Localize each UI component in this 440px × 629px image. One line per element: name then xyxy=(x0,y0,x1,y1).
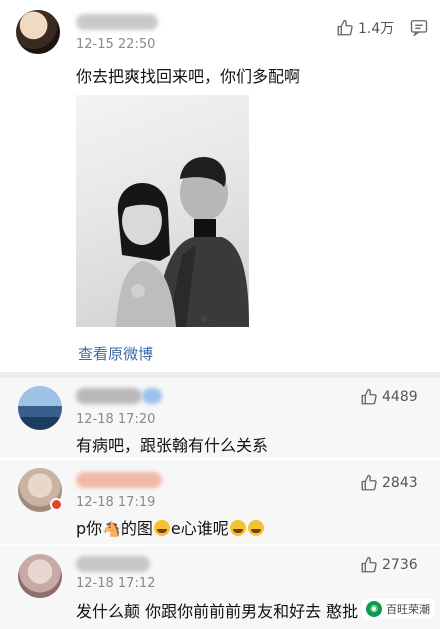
view-original-link[interactable]: 查看原微博 xyxy=(78,343,153,364)
comment-item: 12-18 17:19 2843 p你🐴的图 e心谁呢 xyxy=(0,460,440,544)
thumbs-up-icon xyxy=(361,474,377,491)
comment-time: 12-18 17:20 xyxy=(76,412,156,427)
thumbs-up-icon xyxy=(337,19,353,36)
like-count: 2843 xyxy=(382,475,418,491)
username-blurred[interactable] xyxy=(76,14,158,30)
comment-text-part: e心谁呢 xyxy=(170,519,229,538)
comment-icon[interactable] xyxy=(410,19,428,40)
laughing-emoji-icon xyxy=(247,520,264,536)
username-blurred[interactable] xyxy=(76,556,150,572)
comment-text: p你🐴的图 e心谁呢 xyxy=(76,515,265,539)
like-count: 1.4万 xyxy=(358,21,395,37)
comment-text-part: p你 xyxy=(76,519,103,538)
comment-text-part: 的图 xyxy=(120,519,153,538)
laughing-emoji-icon xyxy=(229,520,246,536)
main-post: 12-15 22:50 1.4万 你去把爽找回来吧，你们多配啊 @... 查看原… xyxy=(0,0,440,372)
laughing-emoji-icon xyxy=(153,520,170,536)
svg-text:@...: @... xyxy=(201,316,213,323)
like-button[interactable]: 1.4万 xyxy=(336,18,394,38)
watermark: ◉ 百旺荣潮 xyxy=(362,599,434,619)
username-blurred[interactable] xyxy=(76,388,142,404)
avatar[interactable] xyxy=(18,554,62,598)
comment-time: 12-18 17:12 xyxy=(76,576,156,591)
comment-text: 发什么颠 你跟你前前前男友和好去 憨批 xyxy=(76,602,359,621)
wechat-logo-icon: ◉ xyxy=(366,601,382,617)
verified-badge-icon xyxy=(50,498,63,511)
like-button[interactable]: 2843 xyxy=(360,474,418,492)
avatar[interactable] xyxy=(18,386,62,430)
like-count: 4489 xyxy=(382,389,418,405)
comment-text: 有病吧，跟张翰有什么关系 xyxy=(76,436,269,455)
like-count: 2736 xyxy=(382,557,418,573)
like-button[interactable]: 4489 xyxy=(360,388,418,406)
post-time: 12-15 22:50 xyxy=(76,37,156,52)
vip-badge-blurred xyxy=(142,388,162,404)
post-text: 你去把爽找回来吧，你们多配啊 xyxy=(76,67,301,86)
avatar[interactable] xyxy=(16,10,60,54)
thumbs-up-icon xyxy=(361,556,377,573)
post-image[interactable]: @... xyxy=(76,95,249,327)
username-blurred[interactable] xyxy=(76,472,162,488)
comment-time: 12-18 17:19 xyxy=(76,495,156,510)
watermark-text: 百旺荣潮 xyxy=(386,603,430,616)
like-button[interactable]: 2736 xyxy=(360,556,418,574)
comment-item: 12-18 17:20 4489 有病吧，跟张翰有什么关系 xyxy=(0,378,440,458)
horse-emoji-icon: 🐴 xyxy=(102,520,121,538)
thumbs-up-icon xyxy=(361,388,377,405)
